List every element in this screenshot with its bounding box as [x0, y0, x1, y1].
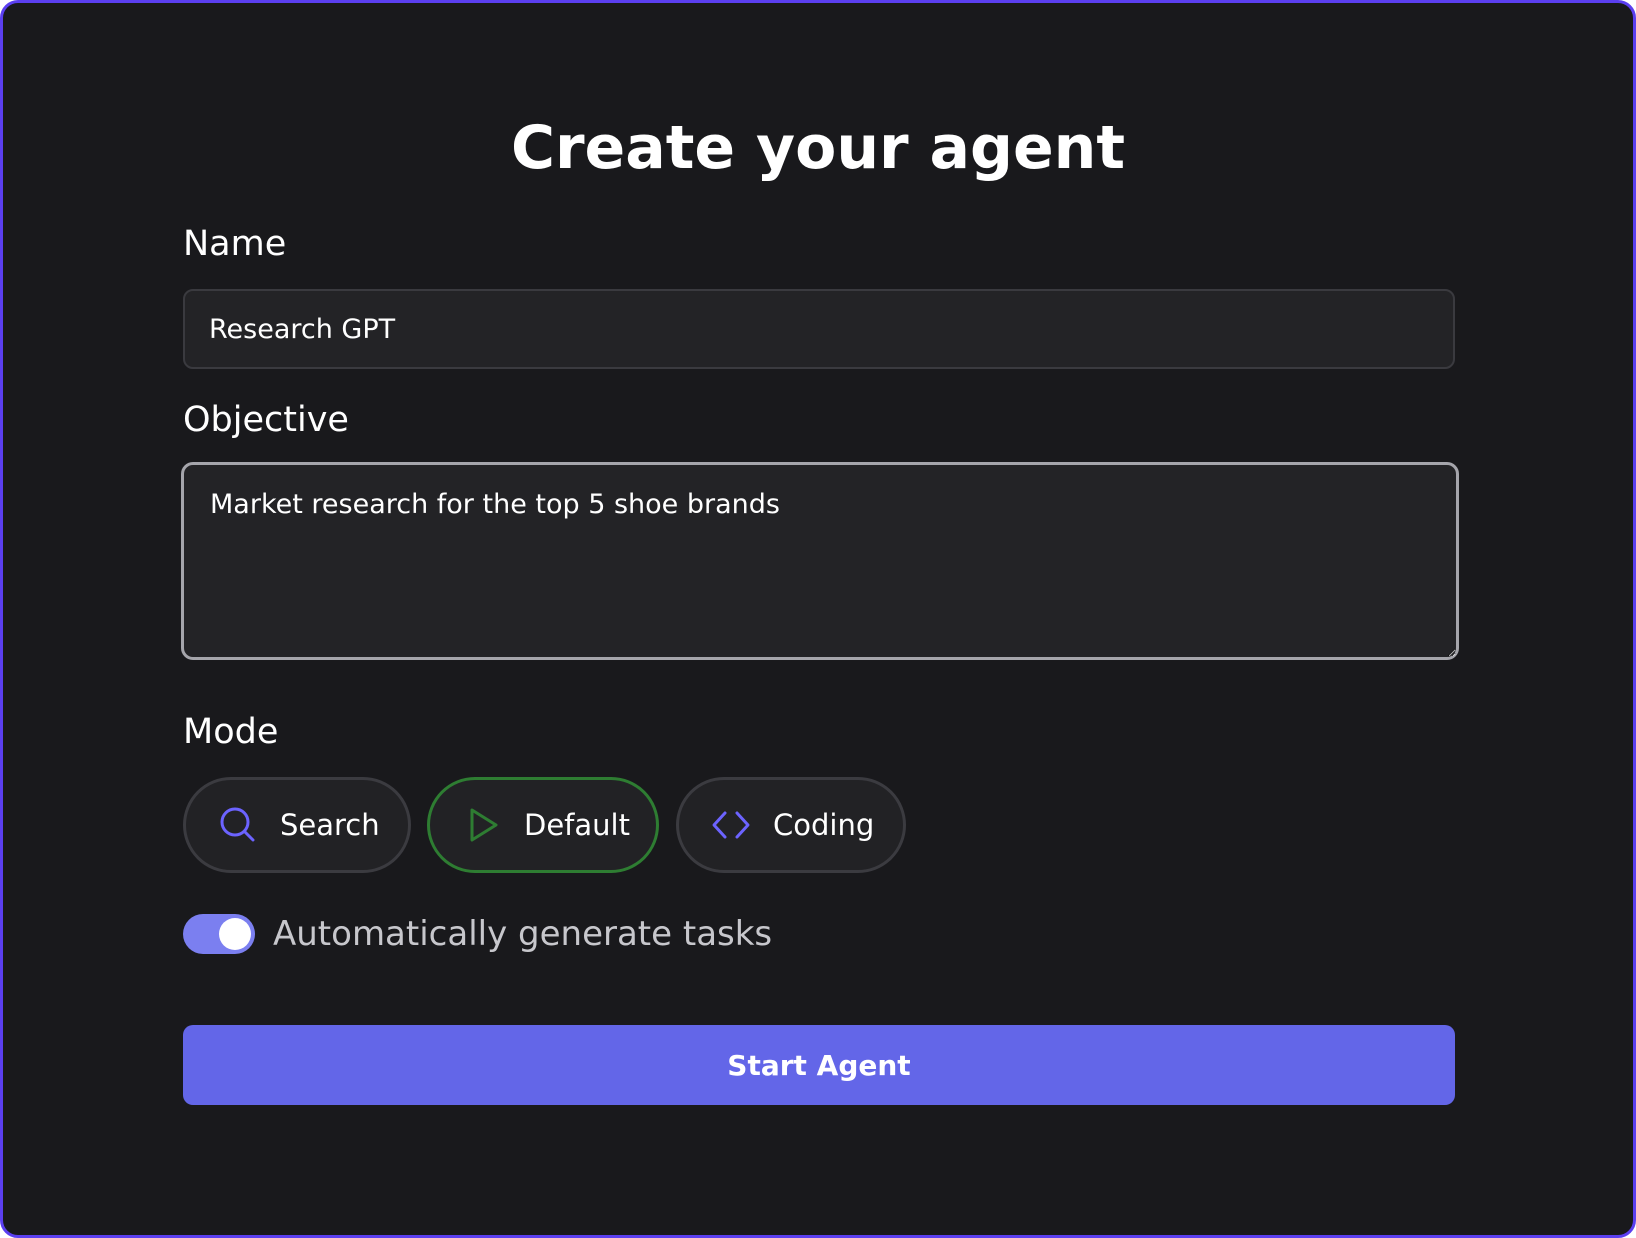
start-agent-button[interactable]: Start Agent: [183, 1025, 1455, 1105]
mode-search-label: Search: [280, 808, 380, 842]
search-icon: [218, 805, 258, 845]
mode-coding-label: Coding: [773, 808, 875, 842]
auto-tasks-label: Automatically generate tasks: [273, 914, 773, 954]
mode-search-button[interactable]: Search: [183, 777, 411, 873]
page-title: Create your agent: [510, 113, 1126, 183]
auto-tasks-row: Automatically generate tasks: [183, 913, 772, 955]
auto-tasks-toggle[interactable]: [183, 914, 255, 954]
mode-label: Mode: [183, 712, 279, 752]
mode-default-button[interactable]: Default: [427, 777, 659, 873]
code-icon: [711, 805, 751, 845]
play-icon: [462, 805, 502, 845]
agent-creation-panel: Create your agent Name Objective Market …: [0, 0, 1636, 1238]
objective-label: Objective: [183, 400, 349, 440]
mode-coding-button[interactable]: Coding: [676, 777, 906, 873]
name-label: Name: [183, 224, 287, 264]
name-input[interactable]: [183, 289, 1455, 369]
mode-default-label: Default: [524, 808, 630, 842]
objective-textarea[interactable]: Market research for the top 5 shoe brand…: [181, 462, 1459, 660]
toggle-knob: [219, 918, 251, 950]
